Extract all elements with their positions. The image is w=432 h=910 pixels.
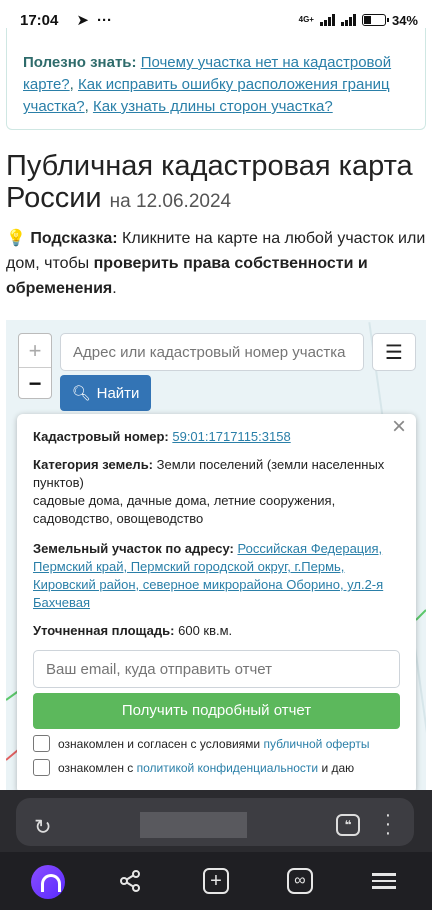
share-icon[interactable] bbox=[113, 864, 147, 898]
link-side-lengths[interactable]: Как узнать длины сторон участка? bbox=[93, 98, 333, 115]
telegram-icon: ➤ bbox=[76, 12, 89, 29]
search-icon: 🔍︎ bbox=[71, 385, 91, 402]
new-tab-icon[interactable]: + bbox=[199, 864, 233, 898]
menu-icon: ☰ bbox=[385, 341, 403, 364]
agree-privacy-checkbox[interactable] bbox=[33, 759, 50, 776]
alice-icon[interactable] bbox=[31, 865, 65, 899]
menu-icon[interactable] bbox=[367, 864, 401, 898]
agree-privacy-row: ознакомлен с политикой конфиденциальност… bbox=[33, 759, 400, 777]
info-box: Полезно знать: Почему участка нет на кад… bbox=[6, 28, 426, 130]
lightbulb-icon: 💡 bbox=[6, 230, 26, 247]
zoom-in-button[interactable]: + bbox=[19, 334, 51, 367]
email-field[interactable] bbox=[33, 650, 400, 688]
land-usage: садовые дома, дачные дома, летние сооруж… bbox=[33, 493, 336, 526]
area-row: Уточненная площадь: 600 кв.м. bbox=[33, 623, 233, 638]
signal-icon bbox=[319, 14, 335, 26]
network-type: 4G+ bbox=[298, 15, 314, 24]
hint-text: 💡 Подсказка: Кликните на карте на любой … bbox=[6, 230, 426, 297]
reload-icon[interactable]: ↻ bbox=[34, 815, 52, 840]
tabs-icon[interactable]: ∞ bbox=[283, 864, 317, 898]
page-title: Публичная кадастровая карта России на 12… bbox=[6, 150, 413, 214]
agree-offer-row: ознакомлен и согласен с условиями публич… bbox=[33, 735, 400, 753]
map-menu-button[interactable]: ☰ bbox=[372, 333, 416, 371]
url-text-redacted[interactable] bbox=[140, 812, 247, 838]
close-icon[interactable]: × bbox=[392, 415, 406, 439]
agree-offer-checkbox[interactable] bbox=[33, 735, 50, 752]
address-row: Земельный участок по адресу: Российская … bbox=[33, 541, 384, 610]
address-search-input[interactable] bbox=[60, 333, 364, 371]
cad-number-row: Кадастровый номер: 59:01:1717115:3158 bbox=[33, 429, 291, 444]
privacy-link[interactable]: политикой конфиденциальности bbox=[137, 761, 318, 775]
offer-link[interactable]: публичной оферты bbox=[263, 737, 369, 751]
battery-icon bbox=[361, 14, 389, 26]
more-icon[interactable]: · · · bbox=[384, 805, 392, 843]
zoom-out-button[interactable]: − bbox=[19, 367, 51, 400]
parcel-popup: × Кадастровый номер: 59:01:1717115:3158 … bbox=[17, 414, 416, 794]
battery-percent: 34% bbox=[391, 12, 418, 28]
find-button[interactable]: 🔍︎ Найти bbox=[60, 375, 151, 411]
get-report-button[interactable]: Получить подробный отчет bbox=[33, 693, 400, 729]
more-notifications-icon: ··· bbox=[96, 11, 112, 29]
signal2-icon bbox=[340, 14, 356, 26]
info-title: Полезно знать: bbox=[23, 54, 137, 71]
zoom-control: + − bbox=[18, 333, 52, 399]
land-category-row: Категория земель: Земли поселений (земли… bbox=[33, 457, 385, 526]
translate-icon[interactable]: ❝ bbox=[336, 814, 360, 836]
status-time: 17:04 bbox=[20, 11, 59, 29]
cad-number-link[interactable]: 59:01:1717115:3158 bbox=[172, 429, 290, 444]
page-date: на 12.06.2024 bbox=[109, 191, 232, 212]
